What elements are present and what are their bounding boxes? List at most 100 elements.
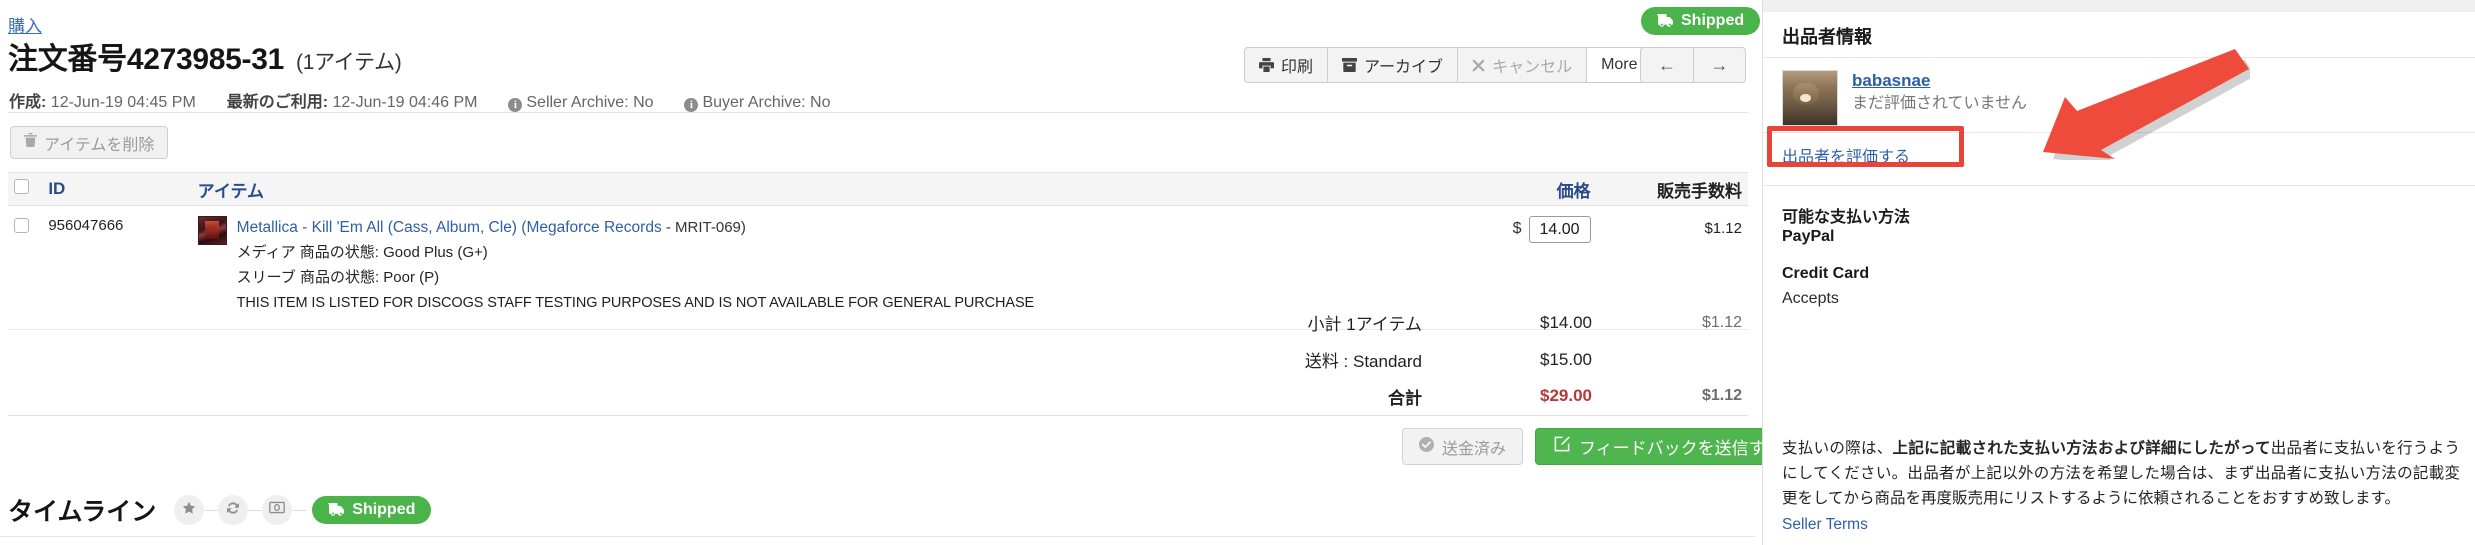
grand-total-fee: $1.12 — [1598, 378, 1748, 416]
timeline-step-ordered[interactable] — [174, 495, 205, 525]
info-icon: i — [684, 98, 699, 112]
release-title: Metallica - Kill 'Em All (Cass, Album, C… — [237, 215, 1034, 241]
buyer-archive-value: Buyer Archive: No — [702, 94, 831, 111]
print-button[interactable]: 印刷 — [1244, 47, 1328, 83]
disclaimer-part-2: 上記に記載された支払い方法および詳細にしたがって — [1892, 440, 2271, 457]
order-toolbar: 印刷 アーカイブ キャンセル More — [1244, 47, 1672, 83]
star-icon — [182, 501, 196, 520]
payment-accepts-label: Accepts — [1782, 290, 1839, 307]
meta-divider — [8, 112, 1748, 113]
seller-archive-value: Seller Archive: No — [526, 94, 654, 111]
currency-symbol: $ — [1512, 220, 1522, 238]
timeline-title: タイムライン — [8, 498, 157, 526]
leave-feedback-label: フィードバックを送信する — [1579, 439, 1783, 458]
shipping-amount: $15.00 — [1540, 349, 1592, 369]
refresh-icon — [226, 501, 240, 520]
timeline-status-shipped: Shipped — [312, 496, 432, 526]
payment-methods-heading: 可能な支払い方法 — [1782, 209, 1911, 226]
order-page: 購入 注文番号4273985-31 (1アイテム) 作成: 12-Jun-19 … — [0, 0, 2475, 545]
grand-total-amount: $29.00 — [1446, 378, 1598, 416]
arrow-right-icon: → — [1710, 54, 1729, 75]
media-condition: メディア 商品の状態: Good Plus (G+) — [236, 243, 488, 261]
grand-total-label: 合計 — [1238, 378, 1446, 416]
timeline-step-payment[interactable] — [262, 495, 293, 525]
select-all-checkbox[interactable] — [14, 179, 29, 194]
sidebar-divider — [1763, 132, 2475, 133]
payment-received-label: 送金済み — [1442, 440, 1507, 458]
disclaimer-part-1: 支払いの際は、 — [1782, 440, 1893, 457]
subtotal-amount: $14.00 — [1540, 312, 1592, 332]
cancel-button: キャンセル — [1457, 47, 1587, 83]
updated-value: 12-Jun-19 04:46 PM — [332, 94, 478, 111]
trash-icon — [24, 133, 37, 152]
seller-terms-link[interactable]: Seller Terms — [1782, 516, 1868, 534]
sidebar-divider — [1763, 57, 2475, 58]
truck-icon — [1657, 9, 1674, 37]
archive-box-icon — [1342, 58, 1358, 72]
previous-order-button[interactable]: ← — [1640, 47, 1693, 83]
timeline-connector — [292, 509, 307, 511]
updated-label: 最新のご利用: — [226, 94, 329, 111]
rate-seller-link[interactable]: 出品者を評価する — [1782, 143, 1910, 167]
release-thumbnail — [197, 216, 227, 245]
seller-sidebar: 出品者情報 babasnae まだ評価されていません 出品者を評価する 可能な支… — [1762, 0, 2475, 545]
payment-method-credit-card: Credit Card — [1782, 265, 1870, 282]
header-id[interactable]: ID — [42, 172, 192, 206]
grand-total-row: 合計 $29.00 $1.12 — [8, 378, 1748, 416]
archive-label: アーカイブ — [1364, 59, 1444, 76]
payment-method-paypal: PayPal — [1782, 228, 1835, 245]
header-fee: 販売手数料 — [1596, 172, 1748, 206]
close-x-icon — [1472, 59, 1485, 72]
timeline-connector — [248, 509, 263, 511]
header-item[interactable]: アイテム — [191, 172, 1383, 206]
table-header-row: ID アイテム 価格 販売手数料 — [8, 172, 1748, 206]
subtotal-row: 小計 1アイテム $14.00 $1.12 — [8, 304, 1748, 341]
archive-button[interactable]: アーカイブ — [1327, 47, 1458, 83]
order-item-count: (1アイテム) — [296, 51, 402, 74]
price-input[interactable] — [1528, 216, 1591, 243]
payment-received-button: 送金済み — [1402, 428, 1524, 465]
seller-name-link[interactable]: babasnae — [1852, 71, 1930, 90]
sleeve-condition: スリーブ 商品の状態: Poor (P) — [236, 268, 440, 286]
subtotal-label: 小計 1アイテム — [1307, 315, 1422, 334]
seller-info: babasnae まだ評価されていません — [1782, 70, 2027, 126]
shipping-row: 送料 : Standard $15.00 — [8, 341, 1748, 378]
release-link[interactable]: Metallica - Kill 'Em All (Cass, Album, C… — [237, 219, 662, 236]
breadcrumb-purchases[interactable]: 購入 — [8, 18, 42, 35]
row-checkbox[interactable] — [14, 218, 29, 233]
header-price[interactable]: 価格 — [1382, 172, 1597, 206]
delete-item-label: アイテムを削除 — [44, 136, 155, 154]
seller-rating-text: まだ評価されていません — [1852, 94, 2028, 112]
status-badge-shipped: Shipped — [1641, 7, 1761, 37]
order-totals-table: 小計 1アイテム $14.00 $1.12 送料 : Standard $15.… — [8, 304, 1748, 416]
status-badge-label: Shipped — [1681, 12, 1745, 29]
shipping-label: 送料 : Standard — [1304, 352, 1422, 371]
timeline-status-label: Shipped — [352, 501, 416, 518]
print-label: 印刷 — [1281, 59, 1314, 76]
avatar — [1782, 70, 1838, 126]
shipping-fee — [1598, 341, 1748, 378]
printer-icon — [1259, 58, 1274, 72]
order-title-prefix: 注文番号 — [8, 43, 127, 76]
banknote-icon — [269, 501, 286, 519]
sidebar-top-strip — [1763, 0, 2475, 12]
truck-icon — [328, 498, 345, 526]
arrow-left-icon: ← — [1658, 54, 1676, 75]
next-order-button[interactable]: → — [1693, 47, 1746, 83]
created-label: 作成: — [9, 94, 47, 111]
order-meta: 作成: 12-Jun-19 04:45 PM 最新のご利用: 12-Jun-19… — [9, 94, 831, 112]
delete-item-button: アイテムを削除 — [10, 126, 169, 159]
subtotal-fee: $1.12 — [1701, 313, 1742, 331]
order-nav-buttons: ← → — [1640, 47, 1746, 83]
created-value: 12-Jun-19 04:45 PM — [50, 94, 196, 111]
timeline-step-invoice[interactable] — [218, 495, 249, 525]
payment-disclaimer: 支払いの際は、上記に記載された支払い方法および詳細にしたがって出品者に支払いを行… — [1782, 436, 2460, 511]
timeline-section: タイムライン Shipped — [8, 492, 432, 528]
release-catalog-number: - MRIT-069) — [665, 219, 746, 236]
sidebar-heading: 出品者情報 — [1782, 27, 1872, 47]
order-number: 4273985-31 — [126, 43, 284, 76]
timeline-divider — [0, 536, 1755, 537]
info-icon: i — [508, 98, 523, 112]
timeline-connector — [204, 509, 219, 511]
more-label: More — [1601, 56, 1638, 73]
